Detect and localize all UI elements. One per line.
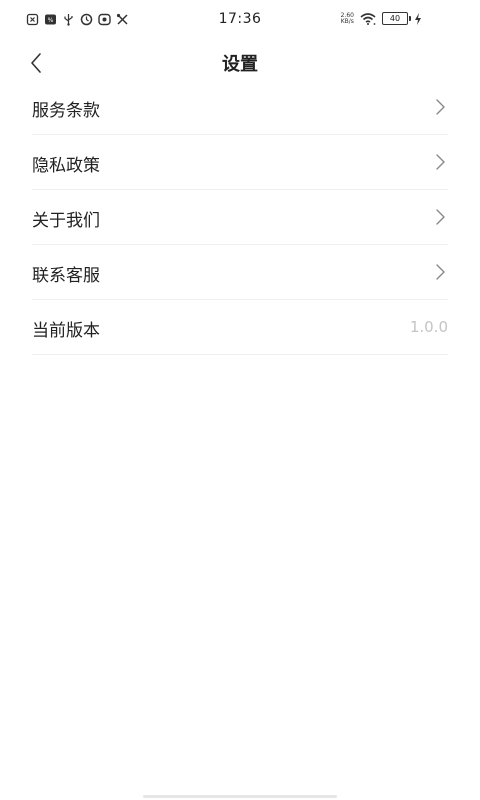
settings-item-label: 联系客服	[32, 266, 100, 286]
settings-item-label: 关于我们	[32, 211, 100, 231]
settings-item-version: 当前版本 1.0.0	[32, 300, 448, 355]
chevron-right-icon	[436, 264, 445, 280]
page-title: 设置	[222, 54, 258, 75]
network-speed-unit: KB/s	[340, 17, 354, 25]
system-icons: 2.60 KB/s 40	[341, 12, 422, 25]
home-indicator	[143, 795, 337, 798]
chevron-right-icon	[436, 154, 445, 170]
settings-item-about[interactable]: 关于我们	[32, 190, 448, 245]
settings-item-contact[interactable]: 联系客服	[32, 245, 448, 300]
settings-item-terms[interactable]: 服务条款	[32, 80, 448, 135]
settings-item-label: 隐私政策	[32, 156, 100, 176]
settings-item-label: 当前版本	[32, 321, 100, 341]
version-value: 1.0.0	[409, 318, 448, 336]
chevron-right-icon	[436, 99, 445, 115]
status-bar: % 17:36 2.60 KB/s 40	[0, 0, 480, 40]
charging-icon	[415, 12, 421, 25]
chevron-right-icon	[436, 209, 445, 225]
settings-list: 服务条款 隐私政策 关于我们 联系客服 当前版本 1.0.0	[32, 80, 448, 355]
wifi-icon	[360, 12, 376, 25]
title-bar: 设置	[0, 40, 480, 84]
network-speed: 2.60 KB/s	[340, 12, 354, 25]
battery-icon: 40	[382, 12, 411, 25]
settings-item-privacy[interactable]: 隐私政策	[32, 135, 448, 190]
settings-item-label: 服务条款	[32, 101, 100, 121]
